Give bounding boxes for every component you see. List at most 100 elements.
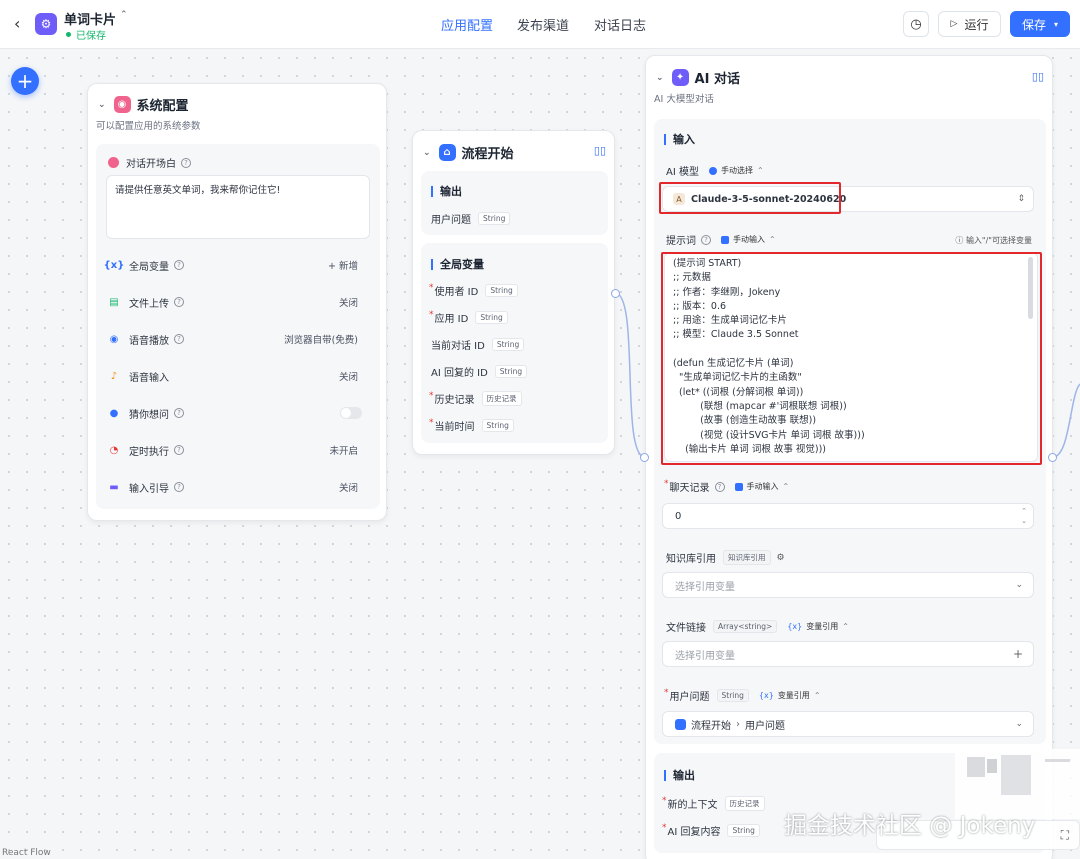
- clock-icon: ◷: [910, 16, 922, 32]
- chevron-down-icon: ⌄: [1015, 580, 1023, 590]
- add-variable-button[interactable]: + 新增: [328, 258, 358, 272]
- user-q-mode-select[interactable]: {x} 变量引用 ⌃: [759, 690, 821, 701]
- kb-label-row: 知识库引用 知识库引用 ⚙: [666, 550, 785, 565]
- gear-icon[interactable]: ⚙: [777, 553, 785, 563]
- sys-row-timer[interactable]: ◔ 定时执行? 未开启: [96, 440, 380, 460]
- minimap-node: [1045, 759, 1070, 762]
- collapse-chevron-icon[interactable]: ⌄: [656, 73, 664, 83]
- docs-book-icon[interactable]: ▯▯: [594, 144, 606, 157]
- history-button[interactable]: ◷: [903, 11, 929, 37]
- output-section-title: 输出: [431, 183, 462, 199]
- row-value: 关闭: [338, 372, 358, 383]
- minimap-node: [987, 759, 997, 773]
- row-value: 关闭: [338, 298, 358, 309]
- watermark: 掘金技术社区 @ Jokeny: [784, 813, 1036, 839]
- history-label: 聊天记录: [669, 483, 710, 494]
- history-number-input[interactable]: 0 ⌃ ⌄: [662, 503, 1034, 529]
- type-tag: String: [478, 212, 511, 225]
- guess-question-toggle[interactable]: [340, 407, 362, 419]
- chevron-down-icon: ▾: [1054, 19, 1059, 29]
- help-icon[interactable]: ?: [181, 157, 191, 168]
- kb-variable-select[interactable]: 选择引用变量 ⌄: [662, 572, 1034, 598]
- type-tag: String: [475, 311, 508, 324]
- app-icon: ⚙: [35, 13, 57, 35]
- stepper-icon[interactable]: ⌃ ⌄: [1021, 506, 1027, 526]
- help-icon[interactable]: ?: [174, 408, 184, 418]
- help-icon[interactable]: ?: [701, 234, 711, 245]
- run-button[interactable]: ▷ 运行: [938, 11, 1001, 37]
- sys-row-voice-input[interactable]: ♪ 语音输入 关闭: [96, 366, 380, 386]
- edge-ai-out: [1052, 383, 1080, 458]
- ai-output-handle[interactable]: [1048, 453, 1057, 462]
- help-icon[interactable]: ?: [174, 445, 184, 455]
- prompt-highlight-box: [661, 252, 1042, 465]
- tab-app-config[interactable]: 应用配置: [441, 15, 493, 34]
- sys-row-variables[interactable]: {x} 全局变量? + 新增: [96, 255, 380, 275]
- prompt-mode-select[interactable]: 手动输入 ⌃: [721, 234, 776, 245]
- collapse-chevron-icon[interactable]: ⌄: [423, 148, 431, 158]
- row-label: 输入引导: [129, 483, 169, 495]
- tab-publish[interactable]: 发布渠道: [517, 15, 569, 34]
- system-config-panel: 对话开场白? 请提供任意英文单词，我来帮你记住它! {x} 全局变量? + 新增 ▤…: [96, 144, 380, 509]
- var-label: AI 回复的 ID: [431, 368, 488, 379]
- back-icon[interactable]: ‹: [14, 14, 20, 33]
- lightbulb-icon: ●: [109, 407, 119, 419]
- user-q-variable-select[interactable]: 流程开始 › 用户问题 ⌄: [662, 711, 1034, 737]
- opening-textarea[interactable]: 请提供任意英文单词，我来帮你记住它!: [106, 175, 370, 239]
- sys-row-guess-question[interactable]: ● 猜你想问?: [96, 403, 380, 423]
- help-icon[interactable]: ?: [174, 482, 184, 492]
- source-var: 用户问题: [745, 720, 785, 732]
- global-var-user-id: * 使用者 ID String: [429, 283, 518, 298]
- global-var-current-time: * 当前时间 String: [429, 418, 514, 433]
- model-mode-select[interactable]: 手动选择 ⌃: [708, 165, 764, 176]
- mode-label: 变量引用: [777, 691, 810, 700]
- row-label: 语音播放: [129, 335, 169, 347]
- prompt-label-row: 提示词? 手动输入 ⌃: [666, 232, 776, 247]
- prompt-label: 提示词: [666, 236, 696, 247]
- run-label: 运行: [964, 17, 989, 32]
- var-label: 历史记录: [434, 395, 475, 406]
- type-tag: String: [716, 689, 749, 702]
- type-tag: 历史记录: [481, 391, 522, 406]
- fit-view-icon[interactable]: ⛶: [1061, 828, 1069, 843]
- rename-chevron-icon[interactable]: ⌃: [120, 10, 128, 20]
- system-config-node[interactable]: ⌄ ◉ 系统配置 可以配置应用的系统参数 对话开场白? 请提供任意英文单词，我来帮你…: [87, 83, 387, 521]
- placeholder: 选择引用变量: [675, 650, 735, 662]
- file-mode-select[interactable]: {x} 变量引用 ⌃: [787, 621, 849, 632]
- manual-input-icon: [721, 235, 729, 244]
- row-label: 定时执行: [129, 446, 169, 458]
- type-tag: 历史记录: [724, 796, 765, 811]
- sys-row-input-guide[interactable]: ▬ 输入引导? 关闭: [96, 477, 380, 497]
- voice-play-icon: ◉: [109, 333, 119, 345]
- file-variable-select[interactable]: 选择引用变量 +: [662, 641, 1034, 667]
- help-icon[interactable]: ?: [174, 297, 184, 307]
- timer-icon: ◔: [109, 444, 119, 456]
- minimap-node: [967, 757, 985, 777]
- edge-flow-to-ai: [614, 292, 646, 458]
- help-icon[interactable]: ?: [714, 481, 725, 492]
- guide-icon: ▬: [109, 481, 119, 493]
- collapse-chevron-icon[interactable]: ⌄: [98, 100, 106, 110]
- save-button[interactable]: 保存 ▾: [1010, 11, 1070, 37]
- app-name[interactable]: 单词卡片: [64, 9, 116, 28]
- mode-label: 手动输入: [733, 235, 765, 244]
- help-icon[interactable]: ?: [174, 334, 184, 344]
- tab-chat-log[interactable]: 对话日志: [594, 15, 646, 34]
- node-title: AI 对话: [694, 72, 740, 87]
- sys-row-voice-play[interactable]: ◉ 语音播放? 浏览器自带(免费): [96, 329, 380, 349]
- model-label-row: AI 模型 手动选择 ⌃: [666, 163, 764, 178]
- manual-select-icon: [708, 166, 717, 175]
- save-status-text: 已保存: [76, 31, 106, 42]
- flow-start-node[interactable]: ⌄ ⌂ 流程开始 ▯▯ 输出 用户问题 String 全局变量 * 使用者 ID Stri…: [412, 130, 620, 455]
- row-value: 浏览器自带(免费): [284, 335, 358, 346]
- global-section-title: 全局变量: [431, 256, 484, 272]
- save-label: 保存: [1021, 17, 1046, 32]
- output-handle[interactable]: [611, 289, 620, 298]
- plus-icon[interactable]: +: [1013, 647, 1023, 661]
- var-label: 当前对话 ID: [431, 341, 485, 352]
- sys-row-file-upload[interactable]: ▤ 文件上传? 关闭: [96, 292, 380, 312]
- history-mode-select[interactable]: 手动输入 ⌃: [734, 481, 789, 492]
- docs-book-icon[interactable]: ▯▯: [1032, 70, 1044, 83]
- ai-input-handle[interactable]: [640, 453, 649, 462]
- help-icon[interactable]: ?: [174, 260, 184, 270]
